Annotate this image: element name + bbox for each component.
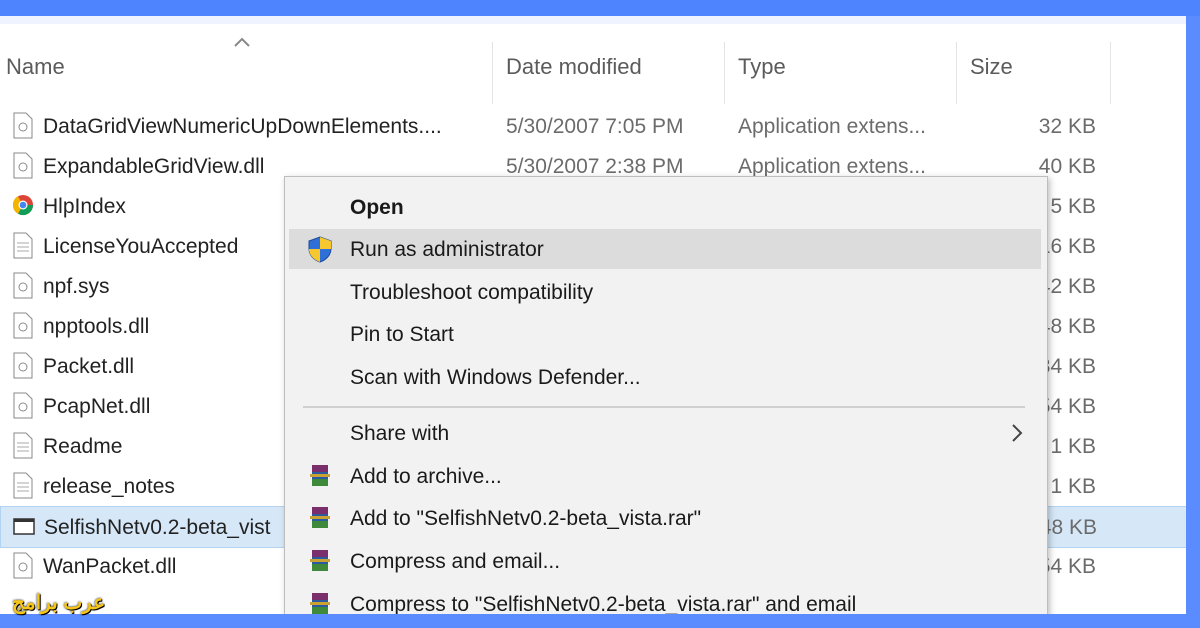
frame-bottom-border: [0, 614, 1200, 628]
file-name: HlpIndex: [43, 195, 126, 218]
screenshot-frame: Name Date modified Type Size DataGridVie…: [0, 0, 1200, 628]
file-name: ExpandableGridView.dll: [43, 155, 265, 178]
dll-file-icon: [13, 552, 33, 579]
menu-item-compress-and-email[interactable]: Compress and email...: [289, 541, 1041, 581]
uac-shield-icon: [308, 236, 332, 263]
frame-right-border: [1186, 16, 1200, 628]
chrome-html-icon: [12, 195, 34, 216]
chevron-right-icon: [1012, 424, 1023, 442]
sys-file-icon: [13, 272, 33, 299]
text-file-icon: [13, 232, 33, 259]
column-header-row: Name Date modified Type Size: [0, 24, 1186, 104]
sort-ascending-icon: [234, 37, 250, 47]
context-menu: Open Run as administrator Troubleshoot c…: [284, 176, 1048, 628]
menu-item-label: Pin to Start: [350, 323, 454, 346]
menu-separator: [303, 406, 1025, 408]
dll-file-icon: [13, 312, 33, 339]
frame-top-border: [0, 0, 1200, 16]
menu-item-label: Troubleshoot compatibility: [350, 281, 594, 304]
menu-item-label: Open: [350, 196, 404, 219]
file-name: PcapNet.dll: [43, 395, 151, 418]
winrar-icon: [310, 465, 330, 486]
file-size: 32 KB: [1038, 115, 1096, 138]
dll-file-icon: [13, 392, 33, 419]
menu-item-scan-with-windows-defender[interactable]: Scan with Windows Defender...: [289, 357, 1041, 397]
file-name: WanPacket.dll: [43, 555, 177, 578]
file-name: DataGridViewNumericUpDownElements....: [43, 115, 442, 138]
menu-item-share-with[interactable]: Share with: [289, 413, 1041, 453]
dll-file-icon: [13, 112, 33, 139]
menu-item-label: Compress and email...: [350, 550, 561, 573]
menu-item-add-to-archive[interactable]: Add to archive...: [289, 456, 1041, 496]
winrar-icon: [310, 550, 330, 571]
column-divider[interactable]: [1110, 42, 1111, 104]
menu-item-run-as-administrator[interactable]: Run as administrator: [289, 229, 1041, 269]
dll-file-icon: [13, 152, 33, 179]
column-header-type[interactable]: Type: [738, 54, 786, 80]
file-name: npf.sys: [43, 275, 110, 298]
file-type: Application extens...: [738, 115, 926, 138]
frame-inner-top: [0, 16, 1200, 24]
file-name: SelfishNetv0.2-beta_vist: [44, 516, 271, 539]
file-name: npptools.dll: [43, 315, 150, 338]
column-header-name[interactable]: Name: [6, 54, 65, 80]
menu-item-open[interactable]: Open: [289, 187, 1041, 227]
column-header-size[interactable]: Size: [970, 54, 1013, 80]
file-name: Readme: [43, 435, 123, 458]
column-header-date-modified[interactable]: Date modified: [506, 54, 642, 80]
watermark-logo: عرب برامج: [12, 592, 106, 614]
menu-item-label: Run as administrator: [350, 238, 544, 261]
column-divider[interactable]: [492, 42, 493, 104]
text-file-icon: [13, 472, 33, 499]
menu-item-troubleshoot-compatibility[interactable]: Troubleshoot compatibility: [289, 272, 1041, 312]
winrar-icon: [310, 507, 330, 528]
exe-window-icon: [13, 518, 35, 535]
file-row[interactable]: DataGridViewNumericUpDownElements.... 5/…: [0, 106, 1186, 146]
text-file-icon: [13, 432, 33, 459]
menu-item-label: Add to "SelfishNetv0.2-beta_vista.rar": [350, 507, 702, 530]
file-name: release_notes: [43, 475, 175, 498]
file-date: 5/30/2007 7:05 PM: [506, 115, 684, 138]
dll-file-icon: [13, 352, 33, 379]
menu-item-pin-to-start[interactable]: Pin to Start: [289, 314, 1041, 354]
menu-item-label: Share with: [350, 422, 450, 445]
column-divider[interactable]: [956, 42, 957, 104]
file-name: LicenseYouAccepted: [43, 235, 239, 258]
menu-item-add-to-rar[interactable]: Add to "SelfishNetv0.2-beta_vista.rar": [289, 498, 1041, 538]
menu-item-label: Scan with Windows Defender...: [350, 366, 641, 389]
menu-item-label: Add to archive...: [350, 465, 502, 488]
column-divider[interactable]: [724, 42, 725, 104]
file-name: Packet.dll: [43, 355, 135, 378]
